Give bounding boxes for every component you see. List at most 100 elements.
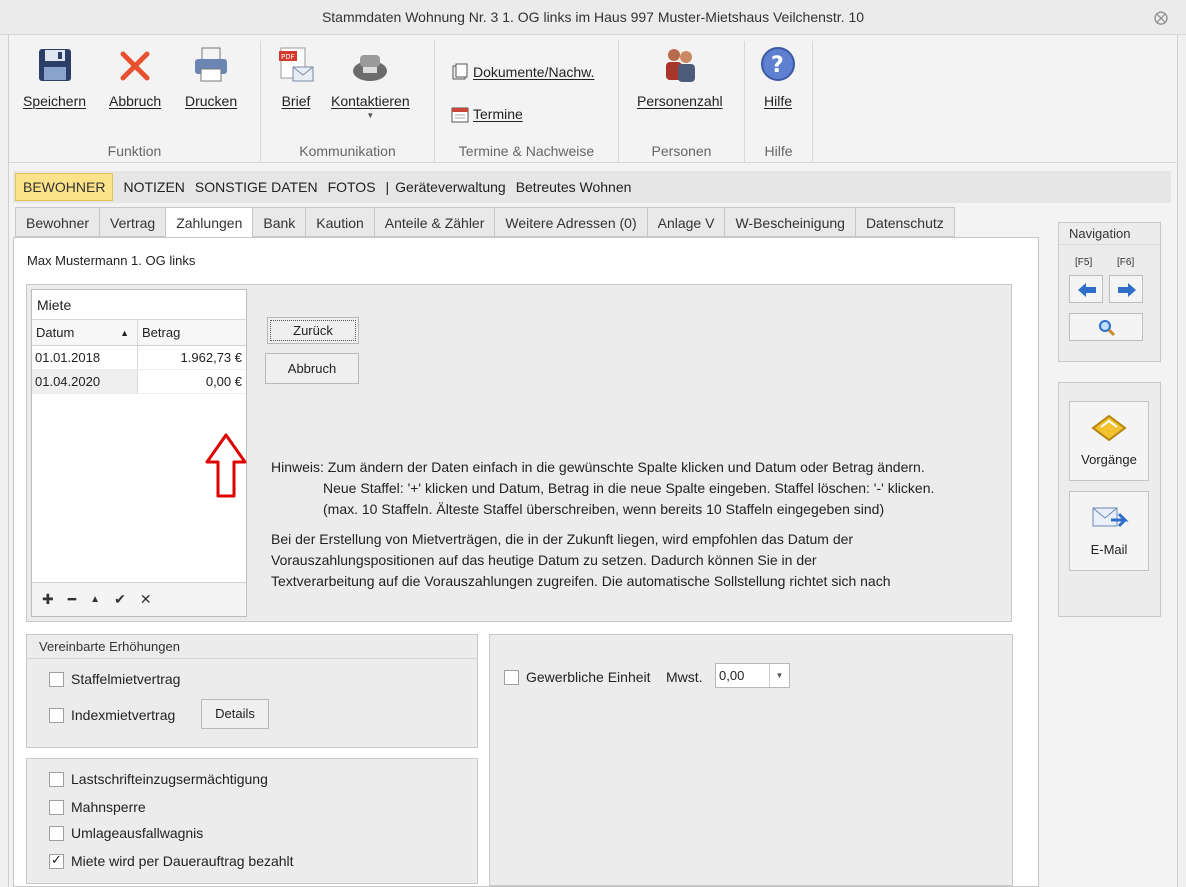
confirm-icon[interactable]: ✔	[114, 591, 126, 608]
staffel-checkbox[interactable]: Staffelmietvertrag	[49, 671, 180, 687]
navigation-panel: Navigation [F5] [F6]	[1058, 222, 1161, 362]
help-button[interactable]: ? Hilfe	[759, 45, 797, 109]
checkbox-label: Miete wird per Dauerauftrag bezahlt	[71, 853, 294, 869]
checkbox-box[interactable]	[49, 825, 64, 841]
print-button[interactable]: Drucken	[185, 45, 237, 109]
tab-vertrag[interactable]: Vertrag	[99, 207, 166, 237]
group-label-termine: Termine & Nachweise	[458, 143, 595, 159]
checkbox-box[interactable]	[49, 852, 64, 869]
tab-weitere-adressen[interactable]: Weitere Adressen (0)	[494, 207, 647, 237]
tab-anteile[interactable]: Anteile & Zähler	[373, 207, 495, 237]
index-checkbox[interactable]: Indexmietvertrag	[49, 707, 175, 723]
allocation-risk-checkbox[interactable]: Umlageausfallwagnis	[49, 825, 203, 841]
cell-amount[interactable]: 0,00 €	[138, 370, 246, 393]
contact-dropdown-button[interactable]: Kontaktieren ▼	[331, 45, 410, 120]
discard-icon[interactable]: ✕	[140, 591, 152, 608]
tab-kaution[interactable]: Kaution	[305, 207, 374, 237]
group-label-funktion: Funktion	[107, 143, 162, 159]
person-count-button[interactable]: Personenzahl	[637, 45, 723, 109]
tab-bank[interactable]: Bank	[252, 207, 306, 237]
appointments-button[interactable]: Termine	[451, 105, 523, 123]
group-label-hilfe: Hilfe	[764, 143, 793, 159]
save-button[interactable]: Speichern	[23, 45, 86, 109]
add-row-icon[interactable]: ✚	[42, 591, 54, 608]
ribbon: Speichern Abbruch Drucken Funktion PDF B…	[9, 35, 1177, 163]
printer-icon	[195, 47, 228, 82]
move-up-icon[interactable]: ▲	[90, 594, 100, 605]
ribbon-group-hilfe: ? Hilfe Hilfe	[745, 41, 813, 163]
rent-increase-box: Vereinbarte Erhöhungen Staffelmietvertra…	[26, 634, 478, 748]
table-row[interactable]: 01.01.2018 1.962,73 €	[32, 346, 246, 370]
cell-date[interactable]: 01.01.2018	[32, 346, 138, 369]
actions-panel: Vorgänge E-Mail	[1058, 382, 1161, 617]
tenant-name: Max Mustermann 1. OG links	[27, 253, 196, 268]
cancel-ribbon-button[interactable]: Abbruch	[109, 45, 161, 109]
section-nav-geraete[interactable]: Geräteverwaltung	[395, 179, 506, 195]
arrow-left-icon	[1078, 283, 1096, 297]
checkbox-box[interactable]	[49, 771, 64, 787]
ribbon-group-termine: Dokumente/Nachw. Termine Termine & Nachw…	[435, 41, 619, 163]
payment-options-box: Lastschrifteinzugsermächtigung Mahnsperr…	[26, 758, 478, 884]
checkbox-box[interactable]	[49, 671, 64, 687]
rent-grid-header: Datum ▲ Betrag	[32, 320, 246, 346]
section-nav-notizen[interactable]: NOTIZEN	[123, 179, 184, 195]
processes-button[interactable]: Vorgänge	[1069, 401, 1149, 481]
tab-anlage-v[interactable]: Anlage V	[646, 207, 725, 237]
vat-dropdown[interactable]: 0,00 ▼	[715, 663, 790, 688]
checkbox-box[interactable]	[49, 707, 64, 723]
section-nav-bewohner[interactable]: BEWOHNER	[15, 173, 114, 201]
email-label: E-Mail	[1090, 542, 1128, 557]
checkbox-box[interactable]	[49, 799, 64, 815]
table-row[interactable]: 01.04.2020 0,00 €	[32, 370, 246, 394]
chevron-down-icon: ▼	[366, 111, 375, 120]
section-nav: BEWOHNER NOTIZEN SONSTIGE DATEN FOTOS | …	[13, 171, 1171, 203]
inbox-tray-icon	[1091, 414, 1127, 442]
search-button[interactable]	[1069, 313, 1143, 341]
section-nav-sonstige[interactable]: SONSTIGE DATEN	[195, 179, 318, 195]
cell-amount[interactable]: 1.962,73 €	[138, 346, 246, 369]
direct-debit-checkbox[interactable]: Lastschrifteinzugsermächtigung	[49, 771, 268, 787]
title-bar: Stammdaten Wohnung Nr. 3 1. OG links im …	[0, 0, 1186, 35]
tab-bewohner[interactable]: Bewohner	[15, 207, 100, 237]
tab-zahlungen[interactable]: Zahlungen	[165, 207, 253, 238]
checkbox-label: Staffelmietvertrag	[71, 671, 181, 687]
vat-value: 0,00	[719, 668, 745, 683]
cancel-button[interactable]: Abbruch	[265, 353, 359, 384]
tab-w-bescheinigung[interactable]: W-Bescheinigung	[724, 207, 855, 237]
person-count-label: Personenzahl	[637, 93, 723, 109]
tab-datenschutz[interactable]: Datenschutz	[854, 207, 955, 237]
next-key-label: [F6]	[1117, 257, 1135, 268]
documents-button[interactable]: Dokumente/Nachw.	[451, 63, 594, 81]
cell-date[interactable]: 01.04.2020	[32, 370, 138, 393]
column-header-amount[interactable]: Betrag	[138, 320, 246, 345]
checkbox-box[interactable]	[504, 669, 519, 685]
hint-paragraph: Textverarbeitung auf die Vorauszahlungen…	[271, 573, 891, 589]
details-button[interactable]: Details	[201, 699, 269, 729]
dunning-block-checkbox[interactable]: Mahnsperre	[49, 799, 146, 815]
section-nav-separator: |	[385, 179, 390, 195]
close-icon[interactable]: ⨂	[1154, 9, 1168, 26]
hint-paragraph: Vorauszahlungspositionen auf das heutige…	[271, 552, 817, 568]
rent-increase-title: Vereinbarte Erhöhungen	[27, 635, 477, 659]
email-button[interactable]: E-Mail	[1069, 491, 1149, 571]
hint-line: (max. 10 Staffeln. Älteste Staffel übers…	[323, 501, 885, 517]
arrow-right-icon	[1118, 283, 1136, 297]
ribbon-group-kommunikation: PDF Brief Kontaktieren ▼ Kommunikation	[261, 41, 435, 163]
back-button[interactable]: Zurück	[267, 317, 359, 344]
section-nav-betreutes[interactable]: Betreutes Wohnen	[516, 179, 632, 195]
remove-row-icon[interactable]: ━	[68, 591, 76, 608]
section-nav-fotos[interactable]: FOTOS	[328, 179, 376, 195]
standing-order-checkbox[interactable]: Miete wird per Dauerauftrag bezahlt	[49, 852, 294, 869]
cancel-x-icon	[120, 51, 150, 81]
ribbon-group-personen: Personenzahl Personen	[619, 41, 745, 163]
column-header-date[interactable]: Datum ▲	[32, 320, 138, 345]
letter-label: Brief	[281, 93, 311, 109]
commercial-unit-checkbox[interactable]: Gewerbliche Einheit	[504, 669, 651, 685]
next-record-button[interactable]	[1109, 275, 1143, 303]
previous-record-button[interactable]	[1069, 275, 1103, 303]
svg-text:?: ?	[771, 53, 784, 78]
chevron-down-icon[interactable]: ▼	[769, 664, 789, 687]
processes-label: Vorgänge	[1081, 452, 1137, 467]
tab-strip: Bewohner Vertrag Zahlungen Bank Kaution …	[15, 207, 955, 238]
letter-button[interactable]: PDF Brief	[277, 45, 315, 109]
